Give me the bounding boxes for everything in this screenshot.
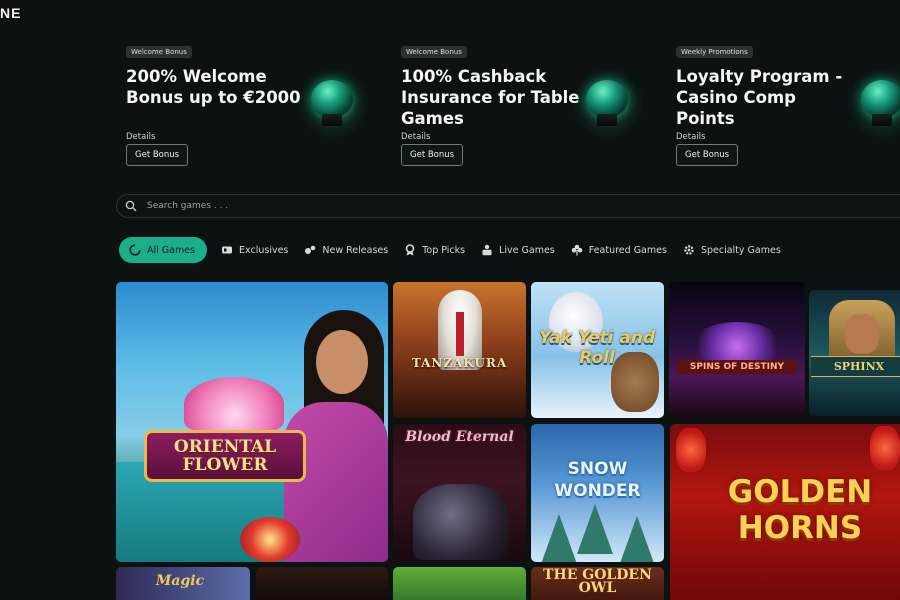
game-tile-golden-horns[interactable]: GOLDEN HORNS <box>670 424 900 600</box>
cards-icon <box>222 246 233 254</box>
game-tile-oriental-flower[interactable]: ORIENTAL FLOWER <box>116 282 388 562</box>
game-title: TANZAKURA <box>411 356 508 370</box>
promo-tag: Welcome Bonus <box>126 46 192 58</box>
game-tile-sphinx[interactable]: SPHINX <box>809 290 900 416</box>
game-tile-blood-eternal[interactable]: Blood Eternal <box>393 424 526 562</box>
tab-exclusives[interactable]: Exclusives <box>221 237 288 263</box>
promo-details-link[interactable]: Details <box>401 132 430 142</box>
game-title: GOLDEN HORNS <box>727 474 873 546</box>
promo-title: 200% Welcome Bonus up to €2000 <box>126 67 301 107</box>
dealer-icon <box>482 244 492 256</box>
game-title: Magic <box>155 573 205 589</box>
game-tile-golden-owl[interactable]: THE GOLDEN OWL <box>531 567 664 600</box>
tab-new-releases[interactable]: New Releases <box>304 237 388 263</box>
game-title: THE GOLDEN OWL <box>543 567 652 596</box>
spinner-icon <box>129 244 141 256</box>
promo-title: Loyalty Program - Casino Comp Points <box>676 67 843 128</box>
game-search-bar[interactable] <box>116 194 900 218</box>
pine-tree-art <box>577 504 613 554</box>
tab-label: Specialty Games <box>700 244 781 256</box>
game-tile-spins-of-destiny[interactable]: SPINS OF DESTINY <box>669 282 805 418</box>
game-title: SPINS OF DESTINY <box>677 360 797 374</box>
get-bonus-button[interactable]: Get Bonus <box>676 144 739 166</box>
promo-card-loyalty: Weekly Promotions Loyalty Program - Casi… <box>676 46 900 174</box>
lotus-flower-art <box>184 377 284 432</box>
get-bonus-button[interactable]: Get Bonus <box>126 144 189 166</box>
game-tile-tanzakura[interactable]: TANZAKURA <box>393 282 526 418</box>
promo-details-link[interactable]: Details <box>676 132 705 142</box>
sparkle-icon <box>305 245 316 254</box>
crystal-orb-icon <box>296 66 370 140</box>
tab-label: Live Games <box>499 244 555 256</box>
trophy-icon <box>405 244 415 256</box>
crystal-orb-icon <box>846 66 900 140</box>
crystal-orb-icon <box>571 66 645 140</box>
tab-label: Top Picks <box>422 244 466 256</box>
lantern-art <box>870 426 900 470</box>
game-tile-magic[interactable]: Magic <box>116 567 250 600</box>
vampire-couple-art <box>413 484 509 560</box>
promo-card-welcome-bonus: Welcome Bonus 200% Welcome Bonus up to €… <box>126 46 396 174</box>
pine-tree-art <box>541 514 577 562</box>
tab-specialty-games[interactable]: Specialty Games <box>683 237 781 263</box>
casino-lobby: NE Welcome Bonus 200% Welcome Bonus up t… <box>0 0 900 600</box>
game-title: SPHINX <box>811 356 900 377</box>
search-input[interactable] <box>147 198 547 214</box>
game-title: Yak Yeti and Roll <box>538 328 656 368</box>
promo-tag: Welcome Bonus <box>401 46 467 58</box>
game-tile[interactable] <box>256 567 388 600</box>
tab-all-games[interactable]: All Games <box>119 237 208 263</box>
game-title: ORIENTAL FLOWER <box>144 430 306 482</box>
clover-icon <box>571 244 583 256</box>
promo-tag: Weekly Promotions <box>676 46 753 58</box>
game-tile-yak-yeti-roll[interactable]: Yak Yeti and Roll <box>531 282 664 418</box>
tab-live-games[interactable]: Live Games <box>481 237 555 263</box>
tab-label: Exclusives <box>239 244 289 256</box>
site-logo[interactable]: NE <box>0 5 21 21</box>
promo-details-link[interactable]: Details <box>126 132 155 142</box>
game-tile-snow-wonder[interactable]: SNOW WONDER <box>531 424 664 562</box>
lantern-art <box>676 428 706 472</box>
game-title: SNOW WONDER <box>554 459 641 501</box>
search-icon <box>125 200 137 212</box>
get-bonus-button[interactable]: Get Bonus <box>401 144 464 166</box>
tab-top-picks[interactable]: Top Picks <box>404 237 465 263</box>
game-title: Blood Eternal <box>405 429 514 445</box>
tab-label: All Games <box>147 244 196 256</box>
promo-card-cashback: Welcome Bonus 100% Cashback Insurance fo… <box>401 46 671 174</box>
pine-tree-art <box>619 516 655 562</box>
game-category-tabs: All Games Exclusives New Releases Top Pi… <box>119 237 797 263</box>
tab-label: New Releases <box>322 244 389 256</box>
game-tile[interactable] <box>393 567 526 600</box>
tab-label: Featured Games <box>588 244 667 256</box>
tab-featured-games[interactable]: Featured Games <box>571 237 667 263</box>
promo-title: 100% Cashback Insurance for Table Games <box>401 67 580 128</box>
gear-icon <box>684 245 694 255</box>
